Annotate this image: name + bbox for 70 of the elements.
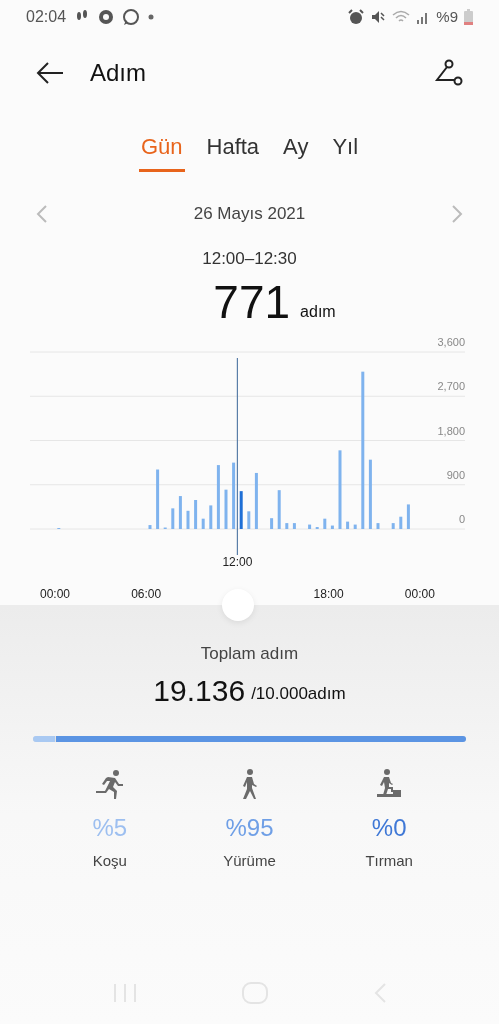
chat-icon xyxy=(122,8,141,26)
total-steps: 19.136 xyxy=(153,674,246,708)
alarm-icon xyxy=(348,9,365,25)
period-tab[interactable]: Hafta xyxy=(204,130,262,172)
chart-bar xyxy=(148,524,152,529)
period-tab[interactable]: Yıl xyxy=(330,130,361,172)
battery-icon xyxy=(464,9,473,25)
chart-bar xyxy=(178,495,182,529)
drag-handle[interactable] xyxy=(222,588,254,621)
chart-bar xyxy=(186,510,190,529)
chart-bar xyxy=(254,472,258,529)
axis-label: 00:00 xyxy=(40,586,70,601)
chart-bar xyxy=(323,518,327,529)
chart-bar xyxy=(216,464,220,529)
step-unit: adım xyxy=(300,301,336,322)
stat-percent: %5 xyxy=(92,813,128,843)
chart-bar xyxy=(308,524,312,529)
stat-label: Koşu xyxy=(92,851,127,871)
step-goal: /10.000adım xyxy=(251,682,346,705)
chart-bar xyxy=(247,510,251,529)
cursor-line[interactable] xyxy=(236,356,238,556)
chart-bar xyxy=(209,504,213,529)
route-icon xyxy=(433,59,463,87)
chart-bar xyxy=(285,522,289,529)
chart-bar xyxy=(330,525,334,529)
total-label: Toplam adım xyxy=(200,642,299,665)
chart-bar xyxy=(353,524,357,529)
chart-bar xyxy=(239,490,243,529)
battery-percent: %9 xyxy=(436,6,458,27)
step-count: 771 xyxy=(213,275,291,328)
stat-label: Yürüme xyxy=(223,851,276,871)
dot-icon xyxy=(148,14,155,20)
status-time: 02:04 xyxy=(26,7,67,27)
chart-bar xyxy=(171,507,175,529)
chart-bar xyxy=(277,489,281,529)
mute-icon xyxy=(370,9,387,25)
chart-bar xyxy=(399,516,403,529)
chart-bar xyxy=(224,489,228,529)
chevron-right-icon xyxy=(451,204,463,224)
axis-label: 900 xyxy=(446,468,465,481)
axis-label: 3,600 xyxy=(437,335,465,348)
axis-label: 0 xyxy=(458,512,465,525)
chart-bar xyxy=(391,522,395,529)
chart-bar xyxy=(156,469,160,529)
chart-bar xyxy=(346,521,350,529)
axis-label: 2,700 xyxy=(437,379,465,392)
chevron-left-icon xyxy=(36,204,48,224)
chart-bar xyxy=(201,518,205,529)
chart-bar xyxy=(270,517,274,529)
stat-percent: %0 xyxy=(371,813,407,843)
chart-bar xyxy=(292,522,296,529)
chart-bar xyxy=(315,526,319,529)
page-title: Adım xyxy=(90,58,146,88)
running-person-icon xyxy=(93,768,126,800)
chart-bar xyxy=(194,499,198,529)
axis-label: 06:00 xyxy=(131,586,162,601)
axis-label: 1,800 xyxy=(437,424,465,436)
date-label: 26 Mayıs 2021 xyxy=(193,203,306,226)
chart-bar xyxy=(376,522,380,529)
axis-label: 00:00 xyxy=(404,586,435,601)
back-arrow-icon xyxy=(35,61,65,85)
stat-percent: %95 xyxy=(225,813,274,843)
period-tab[interactable]: Ay xyxy=(281,130,311,172)
stat-label: Tırman xyxy=(365,851,413,871)
chart-bar xyxy=(368,459,372,529)
time-range: 12:00–12:30 xyxy=(202,248,297,270)
chart-bar xyxy=(406,503,410,529)
chart-bar xyxy=(232,462,236,529)
cursor-label: 12:00 xyxy=(222,554,253,569)
axis-label: 18:00 xyxy=(313,586,344,601)
